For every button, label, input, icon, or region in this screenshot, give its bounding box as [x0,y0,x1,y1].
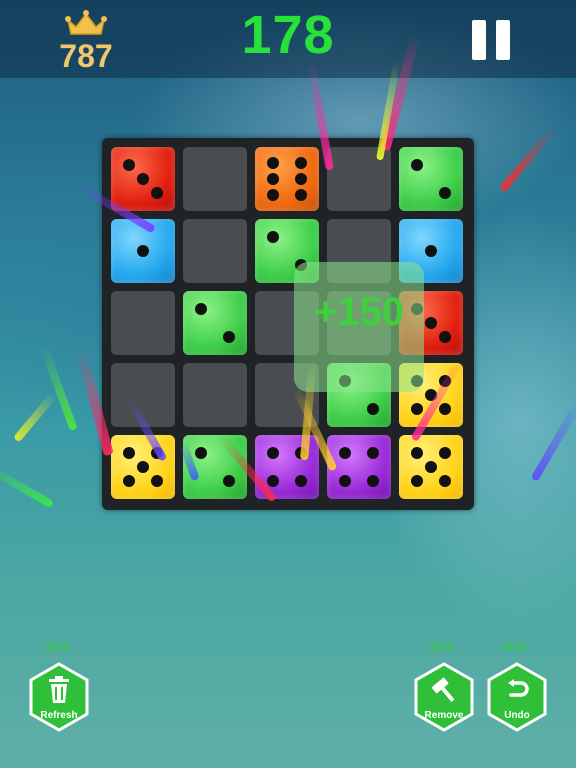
remove-ads-label: ADS [430,640,455,654]
best-score: 787 [59,38,113,74]
pause-icon [496,20,510,60]
board-cell[interactable] [183,363,247,427]
die-pip [267,231,279,243]
die-pip [123,447,135,459]
die-pip [411,475,423,487]
die-pip [223,331,235,343]
die-pip [151,475,163,487]
undo-arrow-icon [508,679,529,697]
remove-label: Remove [424,710,464,721]
die-pip [439,475,451,487]
die-green-2[interactable] [399,147,463,211]
die-pip [295,173,307,185]
die-pip [425,317,437,329]
pause-icon [472,20,486,60]
die-pip [295,157,307,169]
die-pip [137,173,149,185]
die-pip [367,475,379,487]
current-score: 178 [241,5,335,65]
die-pip [223,475,235,487]
board-cell[interactable] [111,291,175,355]
die-pip [439,187,451,199]
undo-label: Undo [504,710,530,721]
die-pip [439,447,451,459]
die-pip [137,461,149,473]
die-pip [123,475,135,487]
die-green-2[interactable] [183,291,247,355]
die-pip [267,447,279,459]
die-yellow-5[interactable] [111,435,175,499]
die-pip [367,447,379,459]
die-pip [295,189,307,201]
trash-icon [49,676,69,703]
die-yellow-5[interactable] [399,435,463,499]
refresh-button[interactable]: Refresh [28,662,90,732]
die-pip [267,475,279,487]
refresh-ads-label: ADS [46,640,71,654]
undo-button[interactable]: Undo [486,662,548,732]
die-pip [295,475,307,487]
hammer-icon [431,677,455,703]
die-pip [267,189,279,201]
refresh-label: Refresh [40,710,78,721]
die-pip [411,447,423,459]
die-pip [439,403,451,415]
undo-ads-label: ADS [502,640,527,654]
die-pip [267,173,279,185]
die-pip [137,245,149,257]
top-bar: 787 178 [0,0,576,78]
remove-button[interactable]: Remove [413,662,475,732]
die-pip [339,447,351,459]
die-pip [267,157,279,169]
die-pip [367,403,379,415]
crown-icon [65,10,107,35]
die-pip [439,331,451,343]
die-pip [339,475,351,487]
die-pip [411,159,423,171]
die-pip [411,403,423,415]
die-pip [425,461,437,473]
die-pip [151,187,163,199]
board-cell[interactable] [183,147,247,211]
score-popup-text: +150 [313,290,405,334]
die-pip [195,447,207,459]
die-pip [123,159,135,171]
die-pip [425,245,437,257]
board-cell[interactable] [183,219,247,283]
pause-button[interactable] [466,16,514,64]
die-pip [195,303,207,315]
die-red-3[interactable] [111,147,175,211]
die-orange-6[interactable] [255,147,319,211]
